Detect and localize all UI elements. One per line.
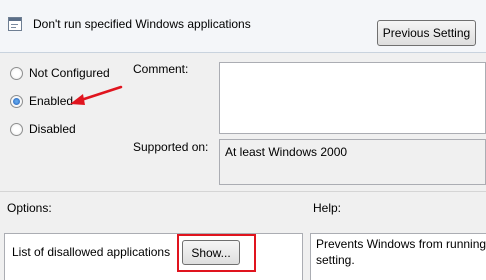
help-text-line-1: Prevents Windows from running [316,237,486,251]
radio-label-disabled: Disabled [29,122,76,136]
help-text-line-2: setting. [316,253,355,267]
disallowed-list-label: List of disallowed applications [12,245,171,259]
help-text: Prevents Windows from running setting. [316,236,486,268]
supported-on-label: Supported on: [133,140,209,154]
radio-disabled[interactable]: Disabled [10,121,76,137]
radio-label-not-configured: Not Configured [29,66,110,80]
help-label: Help: [313,201,342,215]
red-arrow-icon [70,85,123,105]
radio-circle-not-configured[interactable] [10,66,23,80]
annotation-highlight-box [177,234,256,272]
policy-setting-icon [8,17,22,31]
dialog-title: Don't run specified Windows applications [33,17,251,31]
comment-label: Comment: [133,62,189,76]
supported-on-value: At least Windows 2000 [225,145,348,159]
previous-setting-button[interactable]: Previous Setting [377,20,476,46]
comment-textarea[interactable] [219,62,486,134]
radio-circle-disabled[interactable] [10,122,23,136]
options-label: Options: [7,201,52,215]
radio-label-enabled: Enabled [29,94,74,108]
radio-enabled[interactable]: Enabled [10,93,73,109]
radio-not-configured[interactable]: Not Configured [10,65,110,81]
radio-circle-enabled[interactable] [10,94,23,108]
section-divider [0,191,486,192]
